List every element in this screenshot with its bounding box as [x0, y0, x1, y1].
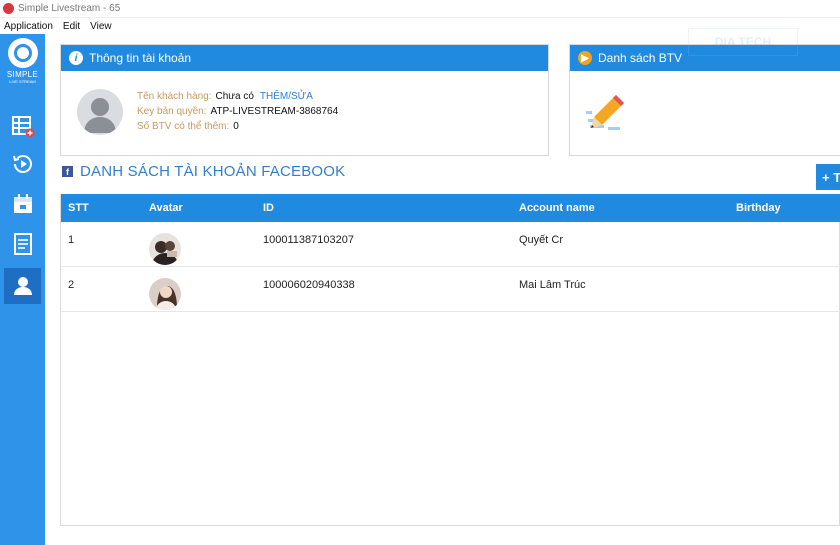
sidebar-item-document[interactable]	[4, 226, 41, 262]
title-bar: Simple Livestream - 65	[0, 0, 840, 18]
menu-view[interactable]: View	[90, 21, 112, 32]
row-avatar	[149, 278, 181, 310]
btv-panel-title: Danh sách BTV	[598, 51, 683, 65]
facebook-section-title: f DANH SÁCH TÀI KHOẢN FACEBOOK	[62, 163, 345, 180]
menu-application[interactable]: Application	[4, 21, 53, 32]
customer-edit-link[interactable]: THÊM/SỬA	[260, 91, 313, 102]
table-header: STT Avatar ID Account name Birthday	[61, 194, 840, 222]
table-row[interactable]: 1 100011387103207 Quyết Cr	[61, 222, 840, 267]
facebook-title: DANH SÁCH TÀI KHOẢN FACEBOOK	[80, 163, 346, 180]
logo-brand: SIMPLE	[6, 70, 39, 79]
row-stt: 2	[68, 279, 75, 291]
app-logo: SIMPLE LIVE STREAM	[0, 38, 45, 94]
account-panel-header: i Thông tin tài khoản	[61, 45, 548, 71]
account-panel: i Thông tin tài khoản Tên khách hàng: Ch…	[60, 44, 549, 156]
pencil-icon[interactable]	[586, 89, 632, 135]
account-info: Tên khách hàng: Chưa có THÊM/SỬA Key bản…	[137, 89, 338, 134]
col-id[interactable]: ID	[263, 194, 274, 222]
history-icon	[12, 155, 32, 173]
sidebar-item-history[interactable]	[4, 146, 41, 182]
window-title: Simple Livestream - 65	[18, 3, 121, 14]
logo-icon	[7, 38, 38, 68]
row-avatar	[149, 233, 181, 265]
user-icon	[13, 277, 32, 295]
col-birthday[interactable]: Birthday	[736, 194, 781, 222]
calendar-icon	[13, 194, 32, 213]
customer-value: Chưa có	[215, 91, 254, 102]
watermark: DIA TECH	[688, 28, 798, 56]
menu-edit[interactable]: Edit	[63, 21, 80, 32]
row-account-name: Quyết Cr	[519, 234, 564, 246]
license-label: Key bản quyền:	[137, 106, 207, 117]
row-stt: 1	[68, 234, 75, 246]
btv-count-value: 0	[233, 121, 239, 132]
license-row: Key bản quyền: ATP-LIVESTREAM-3868764	[137, 104, 338, 119]
sidebar: SIMPLE LIVE STREAM	[0, 34, 45, 545]
license-value: ATP-LIVESTREAM-3868764	[210, 106, 339, 117]
table-add-icon	[11, 116, 34, 138]
table-row[interactable]: 2 100006020940338 Mai Lâm Trúc	[61, 267, 840, 312]
col-avatar[interactable]: Avatar	[149, 194, 183, 222]
facebook-icon: f	[62, 166, 73, 177]
default-avatar-icon	[84, 98, 116, 133]
app-icon	[3, 3, 14, 14]
sidebar-item-user[interactable]	[4, 268, 41, 304]
logo-sub: LIVE STREAM	[9, 79, 36, 84]
col-account-name[interactable]: Account name	[519, 194, 595, 222]
btv-icon: ▶	[578, 51, 592, 65]
row-id: 100011387103207	[263, 234, 354, 246]
btv-count-label: Số BTV có thể thêm:	[137, 121, 230, 132]
sidebar-item-table-add[interactable]	[4, 108, 41, 144]
account-avatar	[77, 89, 123, 135]
btv-panel: ▶ Danh sách BTV	[569, 44, 840, 156]
account-panel-title: Thông tin tài khoản	[89, 51, 192, 65]
facebook-accounts-table: STT Avatar ID Account name Birthday 1 10…	[60, 194, 840, 526]
sidebar-item-calendar[interactable]	[4, 186, 41, 222]
add-account-button[interactable]: + T	[816, 164, 840, 190]
row-id: 100006020940338	[263, 279, 355, 291]
row-account-name: Mai Lâm Trúc	[519, 279, 586, 291]
btv-count-row: Số BTV có thể thêm: 0	[137, 119, 338, 134]
col-stt[interactable]: STT	[68, 194, 89, 222]
info-icon: i	[69, 51, 83, 65]
customer-row: Tên khách hàng: Chưa có THÊM/SỬA	[137, 89, 338, 104]
customer-label: Tên khách hàng:	[137, 91, 212, 102]
document-icon	[13, 233, 32, 255]
